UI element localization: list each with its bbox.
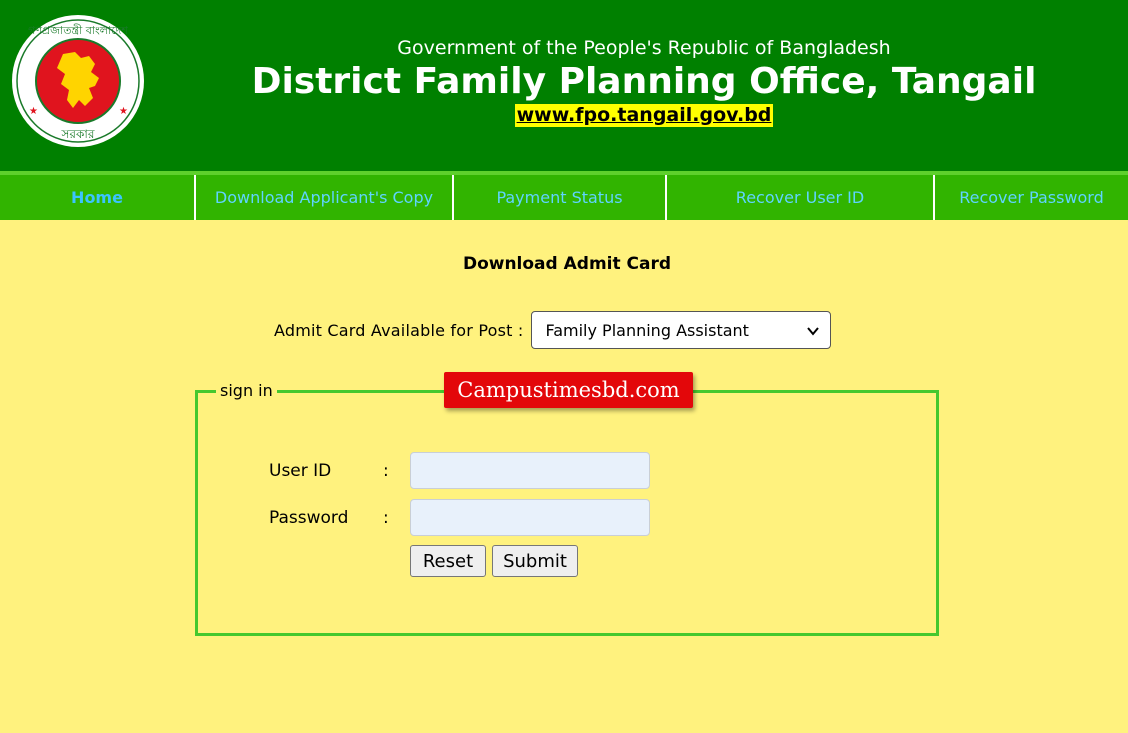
site-header: গণপ্রজাতন্ত্রী বাংলাদেশ সরকার ★ ★ Govern… [0, 0, 1128, 171]
nav-home[interactable]: Home [0, 175, 196, 220]
submit-button[interactable]: Submit [492, 545, 578, 577]
userid-label: User ID [269, 461, 332, 481]
nav-recover-password[interactable]: Recover Password [935, 175, 1128, 220]
page-title: Download Admit Card [462, 254, 672, 274]
govt-seal-logo: গণপ্রজাতন্ত্রী বাংলাদেশ সরকার ★ ★ [12, 15, 144, 147]
seal-text-top: গণপ্রজাতন্ত্রী বাংলাদেশ [28, 24, 128, 37]
nav-payment-status[interactable]: Payment Status [454, 175, 667, 220]
post-select-value: Family Planning Assistant [545, 320, 749, 340]
post-select[interactable]: Family Planning Assistant [531, 311, 832, 349]
watermark-badge: Campustimesbd.com [444, 372, 693, 408]
main-nav: Home Download Applicant's Copy Payment S… [0, 171, 1128, 220]
post-label: Admit Card Available for Post : [274, 320, 524, 340]
chevron-down-icon [807, 327, 820, 336]
nav-download-applicants-copy[interactable]: Download Applicant's Copy [196, 175, 454, 220]
reset-button[interactable]: Reset [410, 545, 486, 577]
office-title: District Family Planning Office, Tangail [251, 61, 1037, 102]
post-select-row: Admit Card Available for Post : Family P… [274, 311, 832, 349]
password-input[interactable] [410, 499, 650, 536]
password-label: Password [269, 508, 349, 528]
userid-colon: : [383, 461, 389, 481]
svg-text:★: ★ [29, 106, 38, 117]
government-line: Government of the People's Republic of B… [397, 37, 891, 59]
signin-legend: sign in [216, 381, 277, 401]
userid-input[interactable] [410, 452, 650, 489]
site-url-link[interactable]: www.fpo.tangail.gov.bd [514, 104, 774, 127]
seal-text-bottom: সরকার [60, 127, 94, 141]
password-colon: : [383, 508, 389, 528]
nav-recover-user-id[interactable]: Recover User ID [667, 175, 935, 220]
svg-text:★: ★ [119, 106, 128, 117]
